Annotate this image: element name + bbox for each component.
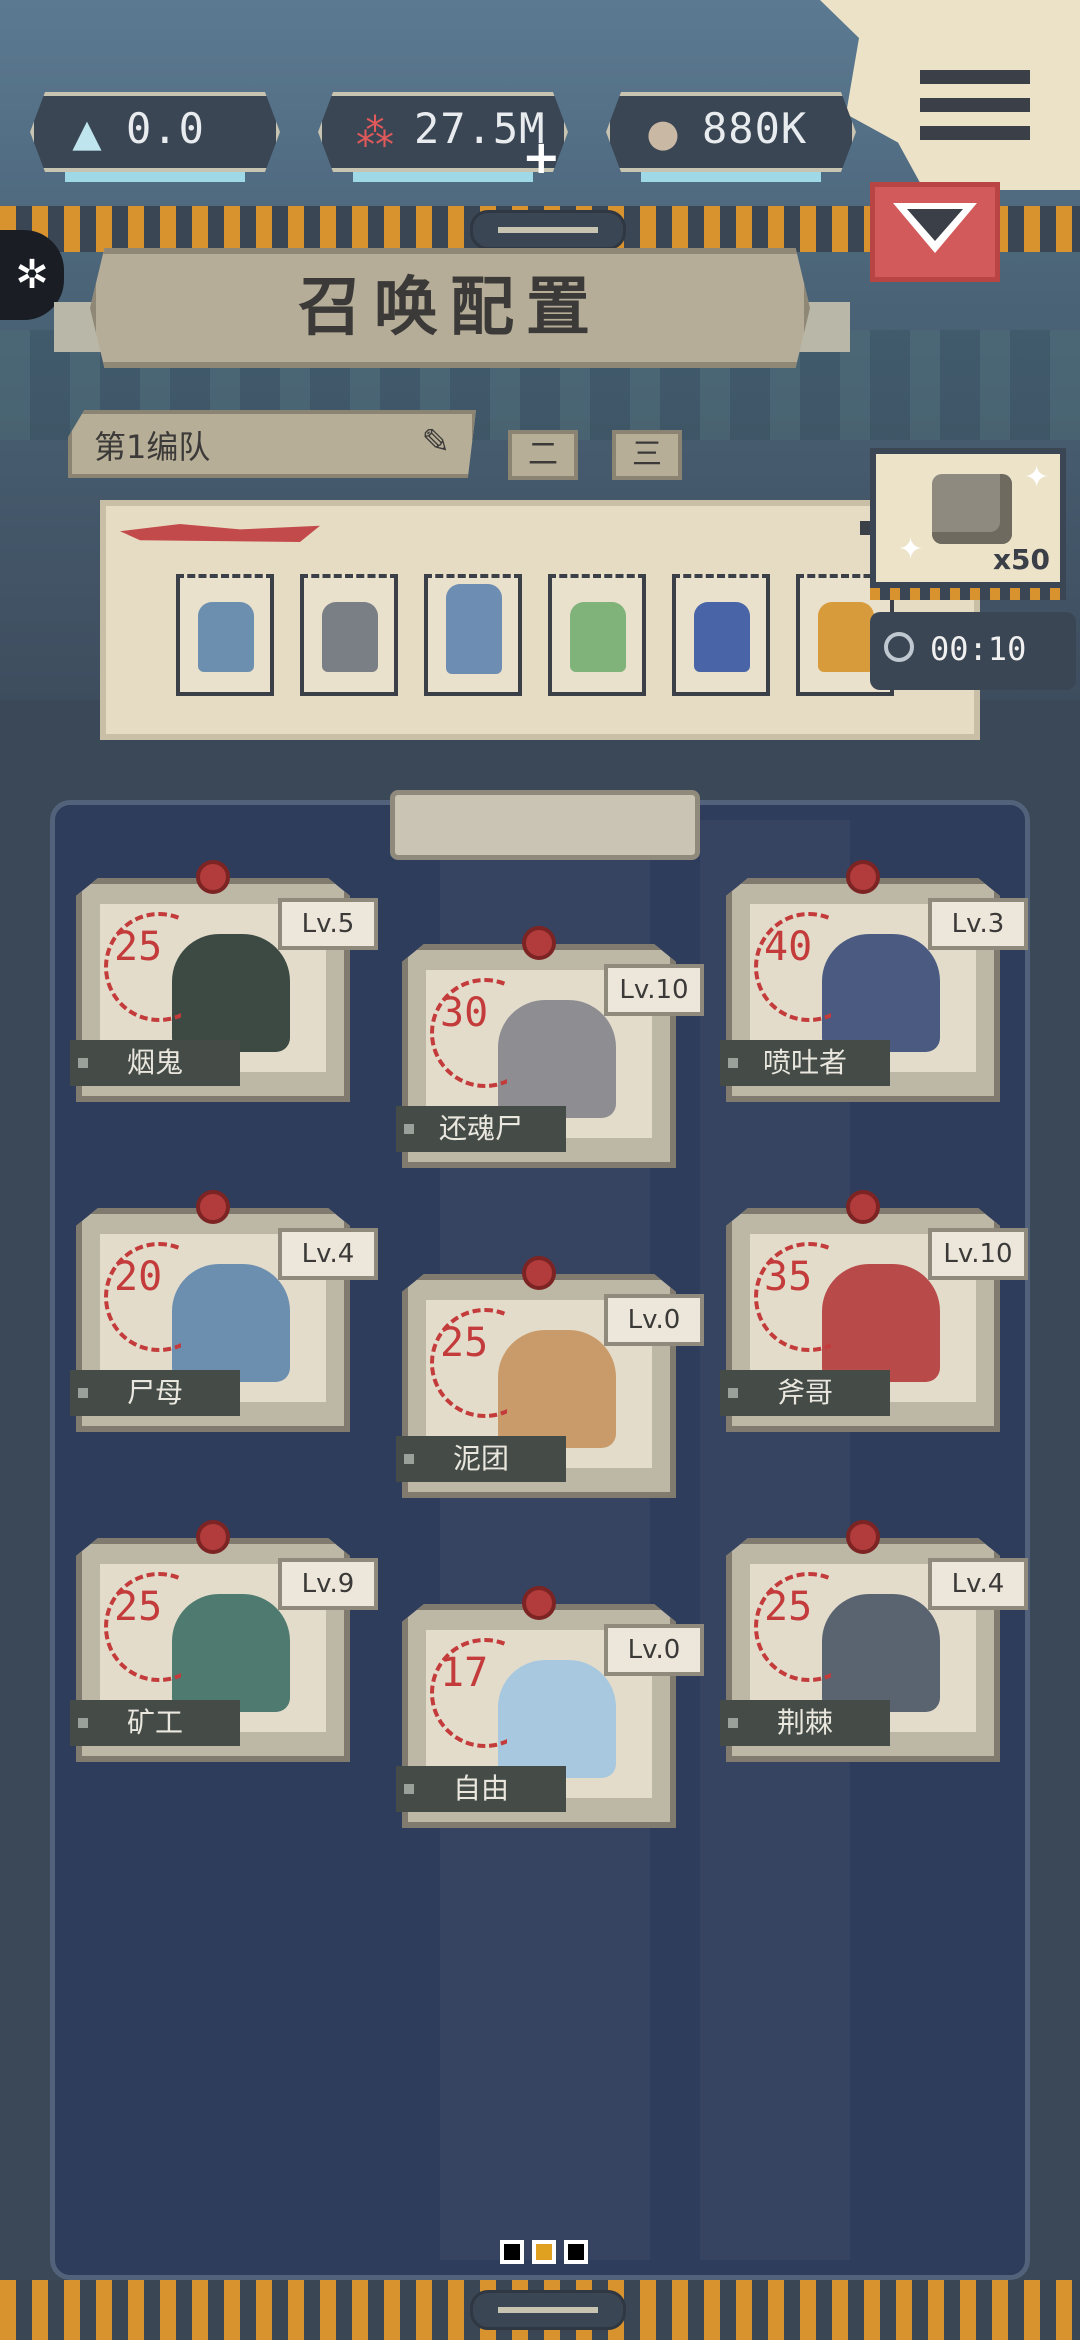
add-blood-button[interactable]: + [522, 130, 561, 184]
card-cost: 30 [440, 990, 489, 1036]
crystal-icon: ▲ [72, 111, 102, 155]
card-level: Lv.3 [928, 898, 1028, 950]
reward-timer: 00:10 [870, 612, 1076, 690]
page-indicator [500, 2240, 596, 2268]
card-name: 斧哥 [720, 1370, 890, 1416]
card-cost: 25 [114, 924, 163, 970]
card-cost: 25 [764, 1584, 813, 1630]
roster-slot[interactable] [672, 574, 770, 696]
card-name: 还魂尸 [396, 1106, 566, 1152]
monster-portrait [172, 934, 290, 1052]
monster-portrait [498, 1330, 616, 1448]
summon-card[interactable]: 25 Lv.4 荆棘 [720, 1518, 1028, 1764]
pin-icon [522, 926, 556, 960]
reward-box[interactable]: ✦ ✦ x50 [870, 448, 1066, 588]
pin-icon [846, 1520, 880, 1554]
panel-tab [390, 790, 700, 860]
summon-card[interactable]: 25 Lv.0 泥团 [396, 1254, 704, 1500]
card-name: 烟鬼 [70, 1040, 240, 1086]
team-roster [100, 500, 980, 740]
stone-reward-icon [932, 474, 1012, 544]
roster-slot[interactable] [424, 574, 522, 696]
edit-icon[interactable]: ✎ [422, 422, 451, 462]
resource-stone[interactable]: ● 880K [606, 92, 856, 182]
card-level: Lv.10 [928, 1228, 1028, 1280]
monster-portrait [822, 1594, 940, 1712]
pin-icon [196, 1520, 230, 1554]
roster-slot[interactable] [300, 574, 398, 696]
card-name: 泥团 [396, 1436, 566, 1482]
card-cost: 17 [440, 1650, 489, 1696]
card-name: 自由 [396, 1766, 566, 1812]
card-level: Lv.4 [928, 1558, 1028, 1610]
monster-portrait [172, 1264, 290, 1382]
pin-icon [846, 860, 880, 894]
team-selector[interactable]: 第1编队 ✎ [68, 410, 476, 478]
blood-drops-icon: ⁂ [356, 111, 394, 155]
card-name: 喷吐者 [720, 1040, 890, 1086]
collapse-button[interactable] [870, 182, 1000, 282]
monster-portrait [498, 1000, 616, 1118]
pin-icon [522, 1586, 556, 1620]
card-name: 尸母 [70, 1370, 240, 1416]
summon-card[interactable]: 25 Lv.5 烟鬼 [70, 858, 378, 1104]
timer-value: 00:10 [930, 630, 1027, 668]
resource-stone-value: 880K [702, 104, 808, 153]
menu-button[interactable] [920, 70, 1030, 160]
title-plate: 召唤配置 [90, 248, 810, 368]
page-dot[interactable] [500, 2240, 524, 2264]
summon-card[interactable]: 20 Lv.4 尸母 [70, 1188, 378, 1434]
card-cost: 20 [114, 1254, 163, 1300]
pin-icon [522, 1256, 556, 1290]
page-dot-active[interactable] [532, 2240, 556, 2264]
card-level: Lv.0 [604, 1624, 704, 1676]
pin-icon [846, 1190, 880, 1224]
summon-card[interactable]: 25 Lv.9 矿工 [70, 1518, 378, 1764]
pin-icon [196, 860, 230, 894]
page-title: 召唤配置 [298, 271, 602, 345]
roster-slot[interactable] [548, 574, 646, 696]
pin-icon [196, 1190, 230, 1224]
card-level: Lv.9 [278, 1558, 378, 1610]
summon-card[interactable]: 35 Lv.10 斧哥 [720, 1188, 1028, 1434]
clock-icon [884, 632, 914, 662]
hazard-stripe-bottom [0, 2280, 1080, 2340]
card-level: Lv.0 [604, 1294, 704, 1346]
card-cost: 25 [114, 1584, 163, 1630]
card-level: Lv.4 [278, 1228, 378, 1280]
team-name: 第1编队 [94, 428, 211, 466]
card-cost: 35 [764, 1254, 813, 1300]
stone-icon: ● [646, 111, 680, 155]
reward-multiplier: x50 [992, 543, 1050, 576]
reward-stripe [870, 588, 1066, 600]
monster-portrait [822, 1264, 940, 1382]
resource-crystal[interactable]: ▲ 0.0 [30, 92, 280, 182]
card-cost: 25 [440, 1320, 489, 1366]
team-tab-2[interactable]: 二 [508, 430, 578, 480]
monster-portrait [498, 1660, 616, 1778]
card-level: Lv.10 [604, 964, 704, 1016]
monster-portrait [172, 1594, 290, 1712]
page-dot[interactable] [564, 2240, 588, 2264]
team-tab-3[interactable]: 三 [612, 430, 682, 480]
card-name: 矿工 [70, 1700, 240, 1746]
card-cost: 40 [764, 924, 813, 970]
roster-slot[interactable] [176, 574, 274, 696]
summon-card[interactable]: 17 Lv.0 自由 [396, 1584, 704, 1830]
monster-portrait [822, 934, 940, 1052]
card-name: 荆棘 [720, 1700, 890, 1746]
summon-card[interactable]: 30 Lv.10 还魂尸 [396, 924, 704, 1170]
resource-crystal-value: 0.0 [126, 104, 205, 153]
summon-card[interactable]: 40 Lv.3 喷吐者 [720, 858, 1028, 1104]
card-level: Lv.5 [278, 898, 378, 950]
